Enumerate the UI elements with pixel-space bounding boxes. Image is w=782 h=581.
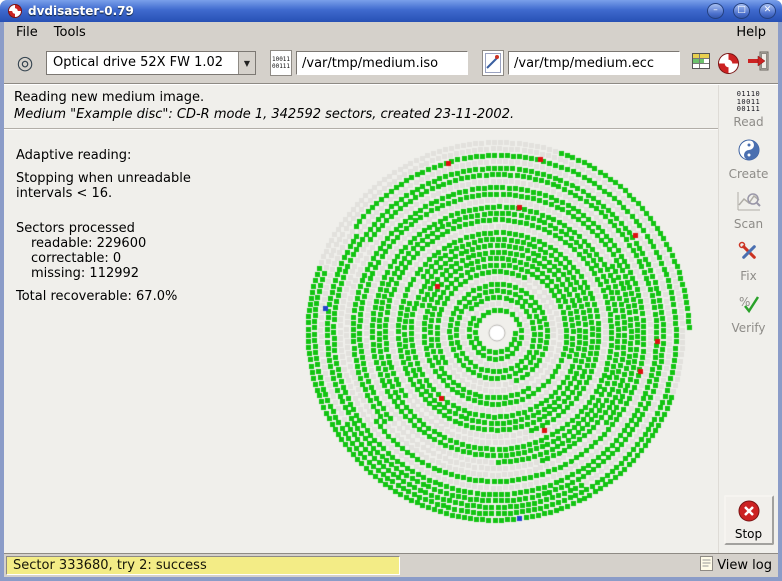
stopping-condition-line1: Stopping when unreadable (16, 171, 191, 186)
toolbar: ◎ Optical drive 52X FW 1.02 ▼ 10011 0011… (4, 43, 778, 83)
title-bar[interactable]: dvdisaster-0.79 – □ ✕ (0, 0, 782, 22)
verify-button-label: Verify (731, 321, 765, 335)
view-log-button[interactable]: View log (700, 556, 772, 575)
window-title: dvdisaster-0.79 (28, 4, 698, 18)
log-file-icon (700, 556, 713, 575)
preferences-icon[interactable] (691, 51, 711, 75)
scan-button[interactable]: Scan (723, 187, 775, 234)
status-bar: Sector 333680, try 2: success View log (4, 553, 778, 577)
status-line-medium: Medium "Example disc": CD-R mode 1, 3425… (14, 107, 708, 122)
stop-button-label: Stop (735, 527, 762, 541)
scan-button-label: Scan (734, 217, 763, 231)
total-recoverable: Total recoverable: 67.0% (16, 289, 191, 304)
status-line-action: Reading new medium image. (14, 90, 708, 105)
stop-x-icon (738, 500, 760, 526)
stopping-condition-line2: intervals < 16. (16, 186, 191, 201)
status-header: Reading new medium image. Medium "Exampl… (4, 85, 718, 128)
fix-tools-icon (737, 240, 761, 268)
ecc-path-input[interactable] (508, 51, 680, 75)
lifebuoy-help-icon[interactable] (718, 53, 739, 74)
close-button[interactable]: ✕ (759, 3, 776, 19)
read-button[interactable]: 01110 10011 00111 Read (723, 88, 775, 132)
main-column: Reading new medium image. Medium "Exampl… (4, 85, 718, 553)
cd-drive-icon[interactable]: ◎ (12, 50, 38, 76)
drawing-area: Adaptive reading: Stopping when unreadab… (4, 130, 718, 553)
menu-tools[interactable]: Tools (46, 23, 94, 42)
toolbar-right-group (691, 50, 770, 76)
scan-chart-icon (736, 190, 762, 216)
menu-help[interactable]: Help (728, 23, 774, 42)
view-log-label: View log (717, 558, 772, 573)
verify-button[interactable]: % Verify (723, 289, 775, 338)
iso-path-input[interactable] (296, 51, 468, 75)
chevron-down-icon[interactable]: ▼ (238, 52, 255, 74)
image-file-icon-line: 10011 (272, 56, 290, 63)
maximize-button[interactable]: □ (733, 3, 750, 19)
sectors-readable: readable: 229600 (31, 236, 191, 251)
stop-button[interactable]: Stop (724, 495, 774, 545)
image-file-icon-line: 00111 (272, 63, 290, 70)
image-file-icon: 10011 00111 (270, 50, 292, 76)
minimize-button[interactable]: – (707, 3, 724, 19)
ecc-file-icon (482, 50, 504, 76)
sectors-missing: missing: 112992 (31, 266, 191, 281)
sectors-processed-title: Sectors processed (16, 221, 191, 236)
verify-check-icon: % (737, 292, 761, 320)
drive-select-value: Optical drive 52X FW 1.02 (47, 52, 238, 74)
sectors-correctable: correctable: 0 (31, 251, 191, 266)
menu-file[interactable]: File (8, 23, 46, 42)
create-yinyang-icon (737, 138, 761, 166)
exit-door-icon[interactable] (746, 50, 770, 76)
window-body: File Tools Help ◎ Optical drive 52X FW 1… (4, 22, 778, 577)
fix-button-label: Fix (740, 269, 756, 283)
app-window: dvdisaster-0.79 – □ ✕ File Tools Help ◎ … (0, 0, 782, 581)
drive-select[interactable]: Optical drive 52X FW 1.02 ▼ (46, 51, 256, 75)
read-button-label: Read (733, 115, 763, 129)
binary-read-icon: 01110 10011 00111 (737, 91, 761, 114)
content-region: Reading new medium image. Medium "Exampl… (4, 85, 778, 553)
create-button-label: Create (729, 167, 769, 181)
reading-info-block: Adaptive reading: Stopping when unreadab… (16, 148, 191, 304)
sector-status-message: Sector 333680, try 2: success (6, 556, 400, 575)
menu-bar: File Tools Help (4, 22, 778, 43)
app-logo-icon (8, 4, 22, 18)
create-button[interactable]: Create (723, 135, 775, 184)
fix-button[interactable]: Fix (723, 237, 775, 286)
action-sidebar: 01110 10011 00111 Read (718, 85, 778, 553)
adaptive-reading-title: Adaptive reading: (16, 148, 191, 163)
